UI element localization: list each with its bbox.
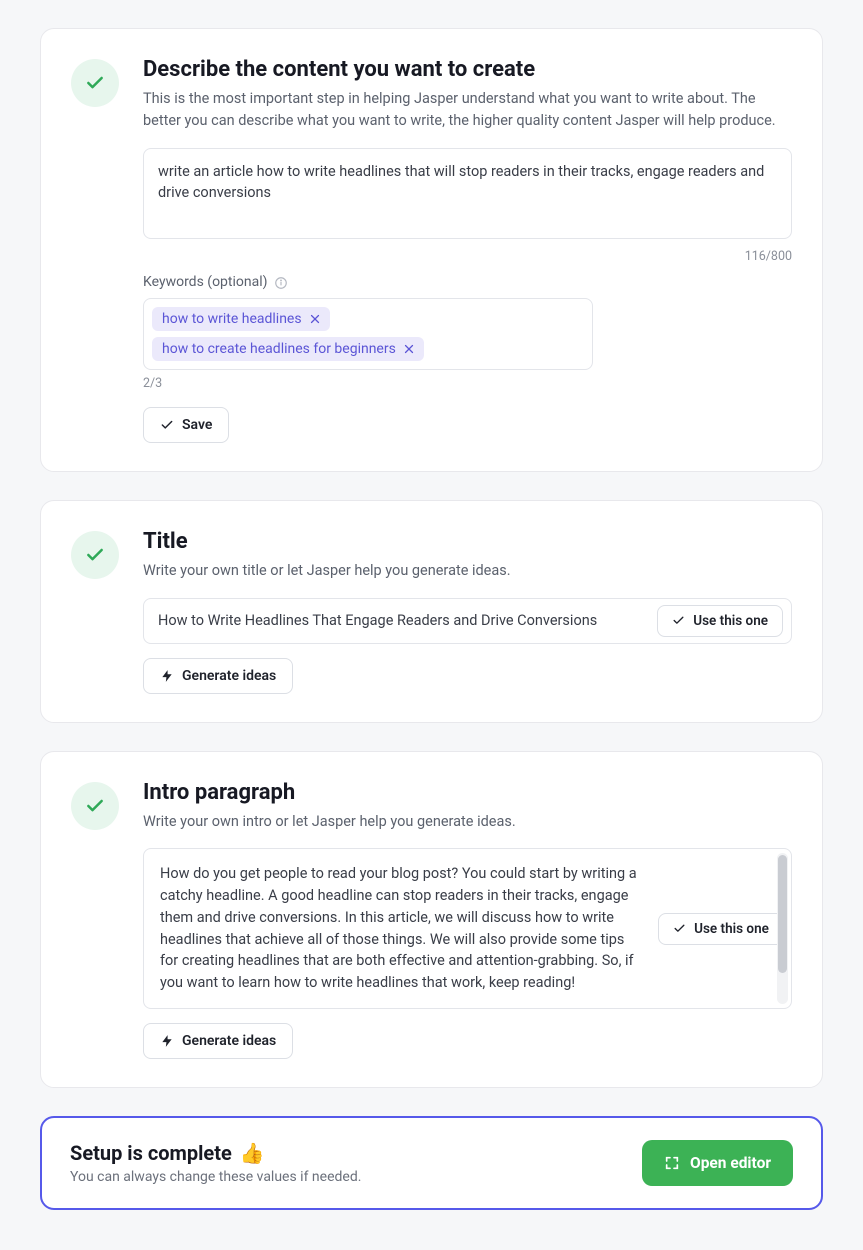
- use-this-one-button[interactable]: Use this one: [657, 605, 783, 637]
- save-button[interactable]: Save: [143, 407, 229, 443]
- title-heading: Title: [143, 529, 792, 554]
- close-icon[interactable]: [402, 342, 416, 356]
- keyword-chip-label: how to write headlines: [162, 311, 302, 327]
- intro-desc: Write your own intro or let Jasper help …: [143, 811, 792, 833]
- lightning-icon: [160, 1034, 174, 1048]
- generate-ideas-button[interactable]: Generate ideas: [143, 658, 293, 694]
- describe-desc: This is the most important step in helpi…: [143, 88, 792, 132]
- check-icon: [672, 614, 685, 627]
- card-setup-complete: Setup is complete 👍 You can always chang…: [40, 1116, 823, 1210]
- keywords-box[interactable]: how to write headlines how to create hea…: [143, 298, 593, 370]
- step-complete-icon: [71, 59, 119, 107]
- close-icon[interactable]: [308, 312, 322, 326]
- intro-textarea[interactable]: How do you get people to read your blog …: [144, 849, 661, 1008]
- check-icon: [160, 418, 174, 432]
- info-icon[interactable]: [274, 275, 288, 289]
- scrollbar-thumb[interactable]: [778, 855, 787, 972]
- lightning-icon: [160, 669, 174, 683]
- describe-input[interactable]: [143, 148, 792, 239]
- use-this-one-button[interactable]: Use this one: [658, 913, 784, 945]
- open-editor-button[interactable]: Open editor: [642, 1140, 793, 1186]
- keywords-label: Keywords (optional): [143, 274, 268, 290]
- expand-icon: [664, 1155, 680, 1171]
- generate-ideas-button[interactable]: Generate ideas: [143, 1023, 293, 1059]
- setup-complete-title: Setup is complete 👍: [70, 1141, 361, 1165]
- title-input[interactable]: [158, 606, 657, 635]
- keyword-chip-label: how to create headlines for beginners: [162, 341, 396, 357]
- describe-title: Describe the content you want to create: [143, 57, 792, 82]
- card-describe: Describe the content you want to create …: [40, 28, 823, 472]
- scrollbar[interactable]: [777, 853, 788, 1004]
- keyword-chip: how to create headlines for beginners: [152, 337, 424, 361]
- check-icon: [673, 922, 686, 935]
- title-desc: Write your own title or let Jasper help …: [143, 560, 792, 582]
- card-intro: Intro paragraph Write your own intro or …: [40, 751, 823, 1088]
- keyword-chip: how to write headlines: [152, 307, 330, 331]
- intro-input-row: How do you get people to read your blog …: [143, 848, 792, 1009]
- card-title: Title Write your own title or let Jasper…: [40, 500, 823, 723]
- title-input-row: Use this one: [143, 598, 792, 644]
- keywords-counter: 2/3: [143, 376, 792, 391]
- describe-counter: 116/800: [143, 249, 792, 264]
- setup-complete-desc: You can always change these values if ne…: [70, 1169, 361, 1185]
- thumbs-up-icon: 👍: [240, 1141, 265, 1165]
- step-complete-icon: [71, 531, 119, 579]
- intro-heading: Intro paragraph: [143, 780, 792, 805]
- step-complete-icon: [71, 782, 119, 830]
